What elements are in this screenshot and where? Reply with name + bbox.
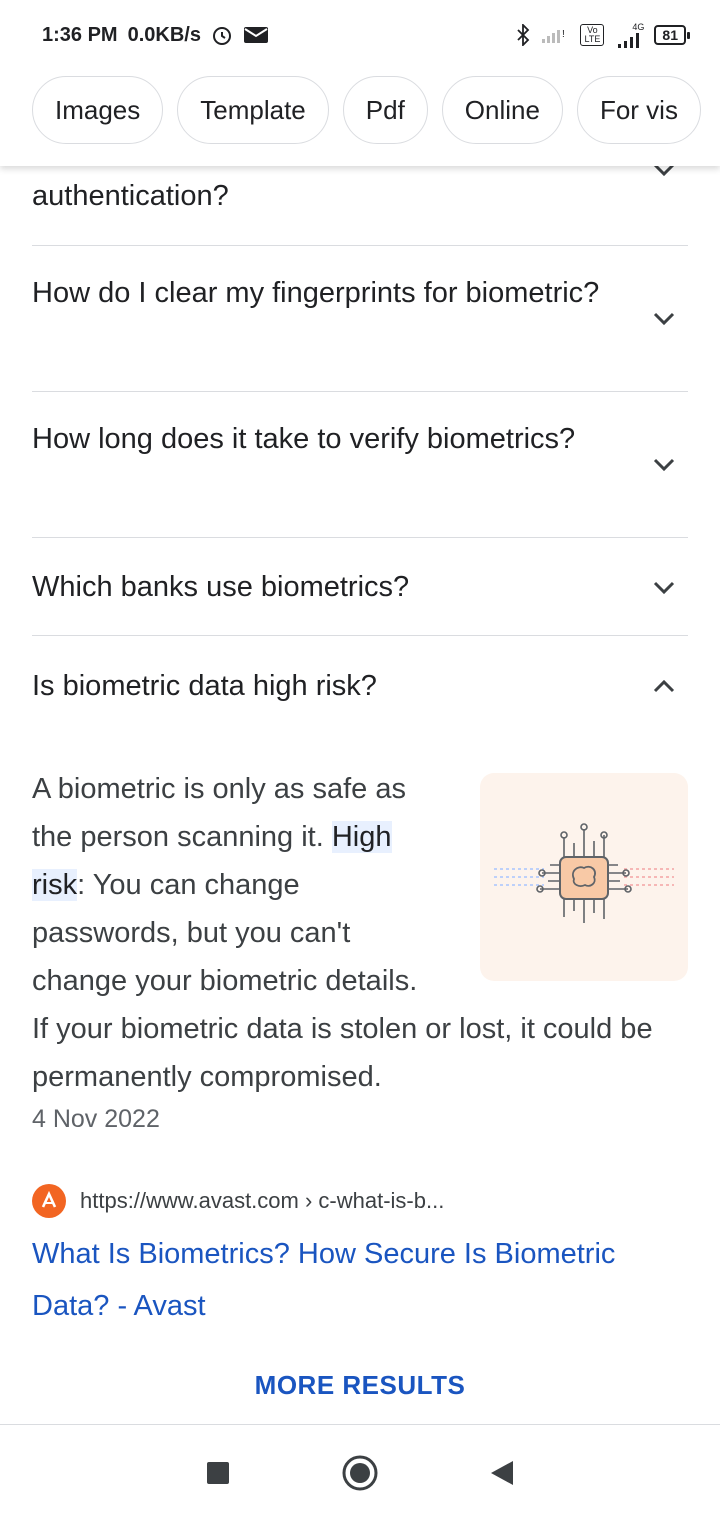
people-also-ask: authentication? How do I clear my finger… [32,150,688,732]
signal-4g-icon: 4G [614,21,645,48]
chip-online[interactable]: Online [441,76,563,144]
network-type: 4G [632,21,645,32]
answer-thumbnail[interactable] [480,773,688,981]
faq-question: authentication? [32,180,229,212]
svg-text:!: ! [562,29,565,40]
system-nav-bar [0,1425,720,1520]
faq-item-expanded[interactable]: Is biometric data high risk? [32,636,688,732]
faq-question: How long does it take to verify biometri… [32,423,576,455]
more-results-button[interactable]: MORE RESULTS [0,1370,720,1401]
source-row[interactable]: https://www.avast.com › c-what-is-b... [32,1184,688,1218]
chip-images[interactable]: Images [32,76,164,144]
avast-favicon [32,1184,66,1218]
chevron-down-icon[interactable] [650,305,678,333]
source-url[interactable]: https://www.avast.com › c-what-is-b... [80,1188,444,1214]
faq-question: Which banks use biometrics? [32,571,410,603]
chip-template[interactable]: Template [177,76,329,144]
home-icon[interactable] [341,1454,379,1492]
recent-apps-icon[interactable] [205,1460,231,1486]
faq-item[interactable]: Which banks use biometrics? [32,538,688,636]
bluetooth-icon [516,24,530,46]
mail-icon [243,26,269,44]
network-speed: 0.0KB/s [127,23,201,46]
signal-icon: ! [540,25,570,45]
chevron-down-icon[interactable] [650,451,678,479]
status-bar: 1:36 PM 0.0KB/s ! Vo LTE 4G 81 [0,0,720,70]
result-title-link[interactable]: What Is Biometrics? How Secure Is Biomet… [32,1228,688,1332]
clock: 1:36 PM [42,23,118,46]
chevron-down-icon[interactable] [650,574,678,602]
chip-for-vis[interactable]: For vis [576,76,701,144]
volte-icon: Vo LTE [580,24,605,46]
chip-brain-icon [494,823,674,923]
answer-date: 4 Nov 2022 [32,1105,160,1133]
filter-chips-bar: Images Template Pdf Online For vis [0,70,720,166]
faq-question: How do I clear my fingerprints for biome… [32,277,600,309]
chip-pdf[interactable]: Pdf [342,76,428,144]
back-icon[interactable] [489,1459,515,1487]
faq-item[interactable]: How do I clear my fingerprints for biome… [32,246,688,392]
alarm-icon [211,24,233,46]
chevron-up-icon[interactable] [650,672,678,700]
faq-item[interactable]: How long does it take to verify biometri… [32,392,688,538]
faq-answer: A biometric is only as safe as the perso… [32,765,688,1332]
faq-question: Is biometric data high risk? [32,670,377,702]
battery-icon: 81 [654,25,690,45]
